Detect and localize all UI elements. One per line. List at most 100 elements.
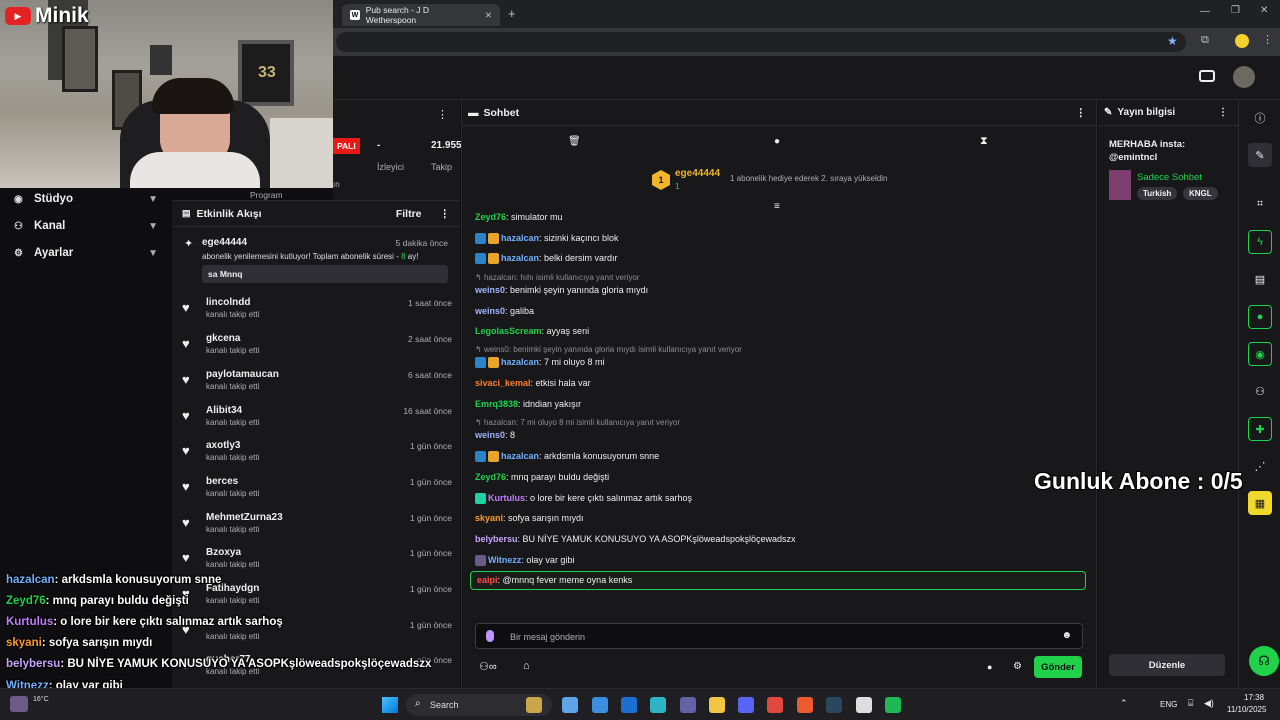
files-icon[interactable] <box>526 697 542 713</box>
tag-chip[interactable]: Turkish <box>1137 187 1178 200</box>
store-icon[interactable] <box>592 697 608 713</box>
chat-username[interactable]: LegolasScream <box>475 326 542 336</box>
extensions-icon[interactable]: ⧉ <box>1201 34 1209 47</box>
activity-user[interactable]: paylotamaucan <box>206 369 279 380</box>
chat-username[interactable]: Witnezz <box>488 555 521 565</box>
chat-username[interactable]: Zeyd76 <box>475 212 506 222</box>
discord-icon[interactable] <box>738 697 754 713</box>
chat-username[interactable]: weins0 <box>475 430 505 440</box>
github-icon[interactable] <box>856 697 872 713</box>
nav-item-settings[interactable]: ⚙ Ayarlar ▼ <box>0 240 172 266</box>
send-button[interactable]: Gönder <box>1034 656 1082 678</box>
activity-user[interactable]: MehmetZurna23 <box>206 512 283 523</box>
language-indicator[interactable]: ENG <box>1160 700 1177 709</box>
new-tab-icon[interactable]: + <box>508 6 516 21</box>
restore-icon[interactable]: ❐ <box>1231 5 1240 16</box>
chat-username[interactable]: sivaci_kemal <box>475 378 531 388</box>
chat-username[interactable]: eaipi <box>477 575 498 585</box>
chat-username[interactable]: hazalcan <box>501 253 539 263</box>
microphone-icon[interactable] <box>486 630 494 642</box>
collapse-icon[interactable]: ≡ <box>774 201 780 212</box>
store-icon[interactable]: ⌂ <box>523 660 530 672</box>
activity-user[interactable]: Bzoxya <box>206 547 241 558</box>
chat-input[interactable]: Bir mesaj gönderin ☻ <box>475 623 1083 649</box>
chat-username[interactable]: Emrq3838 <box>475 399 518 409</box>
chevron-up-icon[interactable]: ⌃ <box>1120 698 1128 709</box>
hourglass-icon[interactable]: ⧗ <box>980 135 988 148</box>
wrench-icon[interactable]: ✚ <box>1248 417 1272 441</box>
chat-username[interactable]: weins0 <box>475 285 505 295</box>
steam-icon[interactable] <box>826 697 842 713</box>
help-icon[interactable]: ☊ <box>1249 646 1279 676</box>
infinity-icon[interactable]: ⚇∞ <box>479 660 497 673</box>
activity-user[interactable]: Alibit34 <box>206 405 242 416</box>
calendar-icon[interactable]: ▦ <box>1248 491 1272 515</box>
window-close-icon[interactable]: ✕ <box>1260 5 1268 16</box>
chat-username[interactable]: hazalcan <box>501 451 539 461</box>
nav-item-channel[interactable]: ⚇ Kanal ▼ <box>0 213 172 239</box>
activity-user[interactable]: axotly3 <box>206 440 240 451</box>
chat-username[interactable]: weins0 <box>475 306 505 316</box>
activity-user[interactable]: lincolndd <box>206 297 250 308</box>
edit-button[interactable]: Düzenle <box>1109 654 1225 676</box>
outlook-icon[interactable] <box>621 697 637 713</box>
weather-icon[interactable] <box>10 696 28 712</box>
chat-text: : mnq parayı buldu değişti <box>506 472 610 482</box>
people-icon[interactable]: ⚇ <box>1248 379 1272 403</box>
activity-user[interactable]: gkcena <box>206 333 240 344</box>
tag-chip[interactable]: KNGL <box>1183 187 1218 200</box>
url-field[interactable] <box>336 32 1186 52</box>
broadcast-icon[interactable]: ◉ <box>1248 342 1272 366</box>
chat-username[interactable]: hazalcan <box>501 357 539 367</box>
clipboard-icon[interactable]: ▤ <box>1248 267 1272 291</box>
trash-icon[interactable]: 🗑 <box>568 136 581 147</box>
profile-avatar-icon[interactable] <box>1235 34 1249 48</box>
info-icon[interactable]: ⓘ <box>1248 106 1272 130</box>
obs-icon[interactable] <box>797 697 813 713</box>
activity-user[interactable]: ege44444 <box>202 237 247 248</box>
gear-icon[interactable]: ⚙ <box>1013 661 1022 672</box>
chat-username[interactable]: hazalcan <box>501 233 539 243</box>
chat-username[interactable]: Zeyd76 <box>475 472 506 482</box>
activity-user[interactable]: berces <box>206 476 238 487</box>
chat-icon[interactable]: ● <box>774 136 780 147</box>
browser-tab[interactable]: W Pub search - J D Wetherspoon ✕ <box>342 4 500 26</box>
more-icon[interactable]: ⋮ <box>1076 107 1087 119</box>
filter-button[interactable]: Filtre <box>396 208 422 220</box>
close-icon[interactable]: ✕ <box>485 10 492 21</box>
overlay-chat-user: skyani <box>6 637 42 649</box>
minimize-icon[interactable]: — <box>1200 6 1210 17</box>
pinned-user[interactable]: ege44444 <box>675 168 720 179</box>
network-icon[interactable]: ⌸ <box>1188 698 1193 709</box>
chat-username[interactable]: belybersu <box>475 534 518 544</box>
pencil-icon[interactable]: ✎ <box>1248 143 1272 167</box>
more-icon[interactable]: ⋮ <box>440 208 451 220</box>
volume-icon[interactable]: ◀) <box>1204 698 1214 709</box>
browser-menu-icon[interactable]: ⋮ <box>1262 33 1273 46</box>
heart-icon: ♥ <box>182 479 190 494</box>
explorer-icon[interactable] <box>709 697 725 713</box>
chat-username[interactable]: skyani <box>475 513 503 523</box>
more-icon[interactable]: ⋮ <box>437 108 448 121</box>
bookmark-star-icon[interactable]: ★ <box>1167 34 1178 48</box>
gift-icon[interactable] <box>1199 70 1215 82</box>
emoji-icon[interactable]: ☻ <box>1061 630 1072 641</box>
lightning-icon[interactable]: ϟ <box>1248 230 1272 254</box>
more-icon[interactable]: ⋮ <box>1218 107 1228 118</box>
windows-start-icon[interactable] <box>382 697 398 713</box>
share-icon[interactable]: ⋰ <box>1248 454 1272 478</box>
overlay-chat-message: skyani: sofya sarışın mıydı <box>6 637 152 649</box>
edge-icon[interactable] <box>650 697 666 713</box>
spotify-icon[interactable] <box>885 697 901 713</box>
user-avatar[interactable] <box>1233 66 1255 88</box>
chat-settings-bubble-icon[interactable]: ● <box>987 662 992 672</box>
chat-username[interactable]: Kurtulus <box>488 493 525 503</box>
chrome-icon[interactable] <box>767 697 783 713</box>
copilot-icon[interactable] <box>562 697 578 713</box>
category-link[interactable]: Sadece Sohbet <box>1137 172 1202 183</box>
teams-icon[interactable] <box>680 697 696 713</box>
activity-item: ♥ Alibit34 kanalı takip etti 16 saat önce <box>182 403 452 437</box>
chat-icon[interactable]: ● <box>1248 305 1272 329</box>
nav-item-studio[interactable]: ◉ Stüdyo ▼ <box>0 186 172 212</box>
clip-icon[interactable]: ⌗ <box>1248 192 1272 216</box>
